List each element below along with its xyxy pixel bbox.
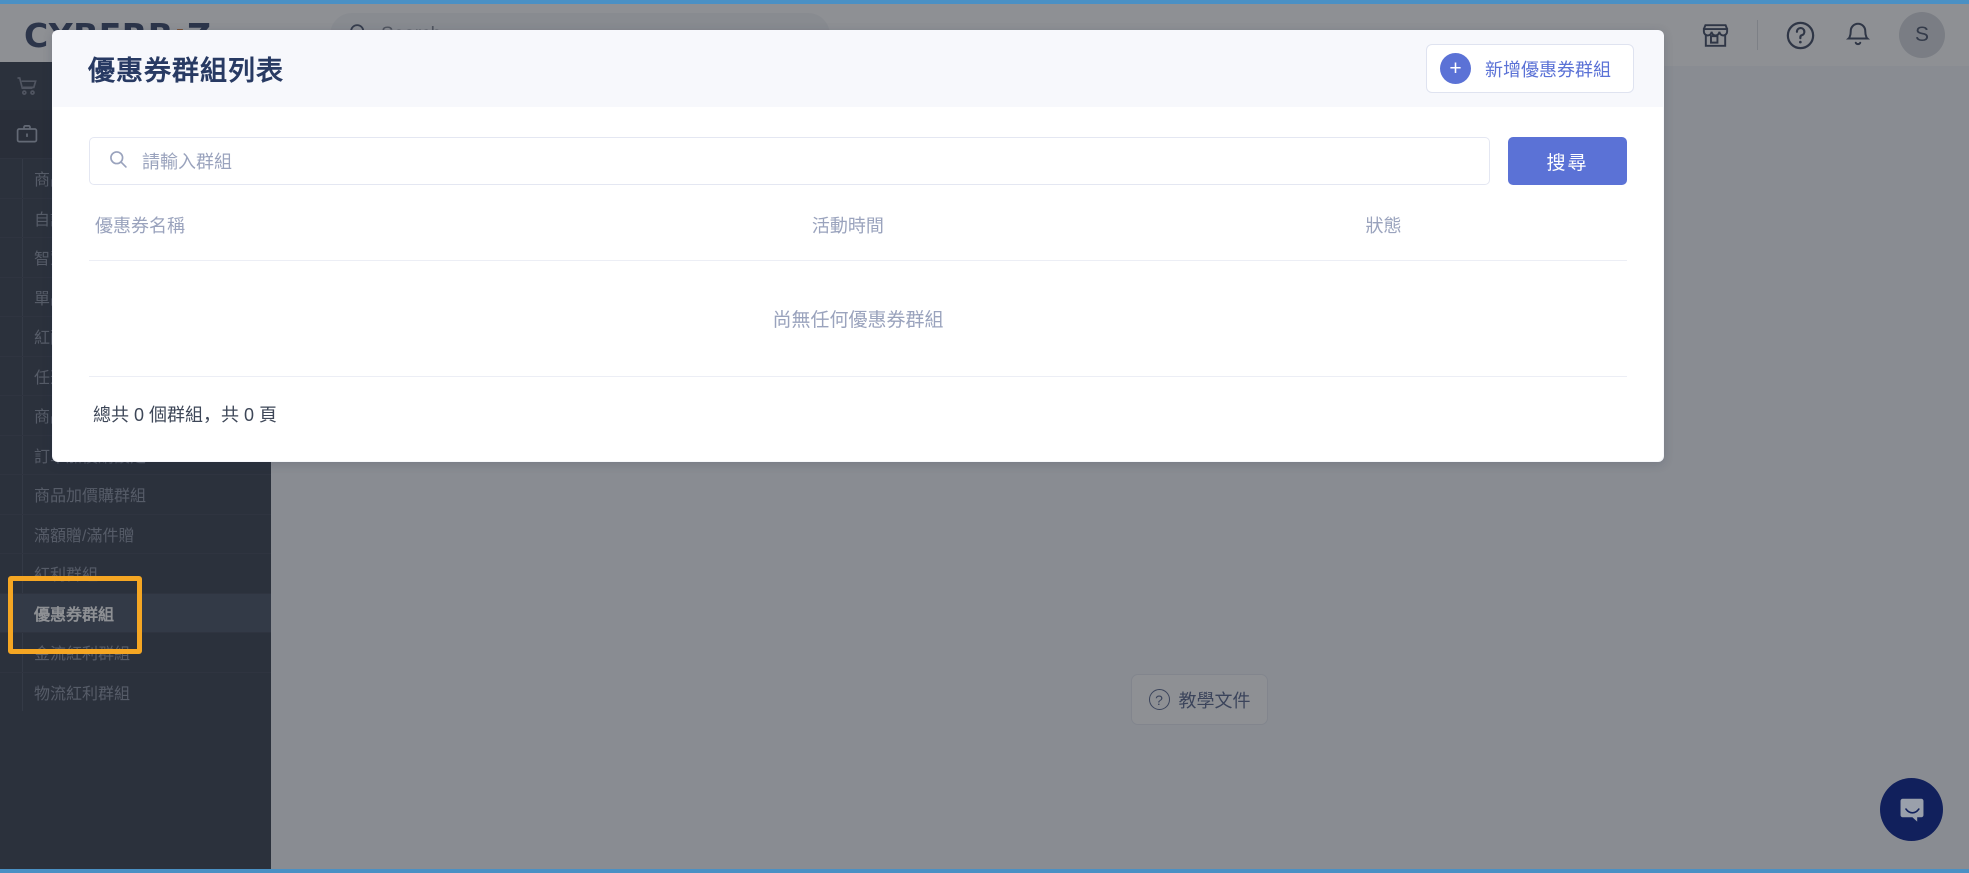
table-header-row: 優惠券名稱 活動時間 狀態 <box>89 212 1627 261</box>
page-title: 優惠券群組列表 <box>88 56 284 86</box>
coupon-group-list-card: 優惠券群組列表 + 新增優惠券群組 請輸入群組 搜尋 優惠券名稱 活動時間 狀態… <box>52 30 1664 462</box>
add-coupon-group-label: 新增優惠券群組 <box>1485 59 1611 80</box>
plus-icon: + <box>1440 53 1471 84</box>
table-header: 優惠券名稱 活動時間 狀態 <box>89 212 1627 261</box>
card-body: 請輸入群組 搜尋 優惠券名稱 活動時間 狀態 尚無任何優惠券群組 總共 0 個群… <box>53 107 1663 461</box>
column-header-time: 活動時間 <box>811 212 1366 261</box>
table-body: 尚無任何優惠券群組 <box>89 260 1627 377</box>
app-root: CYBERB:Z Search <box>0 0 1969 873</box>
search-button[interactable]: 搜尋 <box>1508 137 1627 185</box>
coupon-group-table: 優惠券名稱 活動時間 狀態 尚無任何優惠券群組 <box>89 212 1627 377</box>
add-coupon-group-button[interactable]: + 新增優惠券群組 <box>1426 44 1634 93</box>
column-header-status: 狀態 <box>1365 212 1627 261</box>
group-search-input[interactable]: 請輸入群組 <box>89 137 1490 185</box>
empty-state-message: 尚無任何優惠券群組 <box>89 260 1627 377</box>
card-header: 優惠券群組列表 + 新增優惠券群組 <box>52 30 1664 107</box>
group-search-placeholder: 請輸入群組 <box>142 152 232 172</box>
pagination-total-text: 總共 0 個群組，共 0 頁 <box>93 405 278 425</box>
column-header-name: 優惠券名稱 <box>89 212 812 261</box>
empty-state-row: 尚無任何優惠券群組 <box>89 260 1627 377</box>
search-row: 請輸入群組 搜尋 <box>89 137 1627 185</box>
search-icon <box>108 149 128 174</box>
chat-bubble-icon[interactable] <box>1880 778 1943 841</box>
